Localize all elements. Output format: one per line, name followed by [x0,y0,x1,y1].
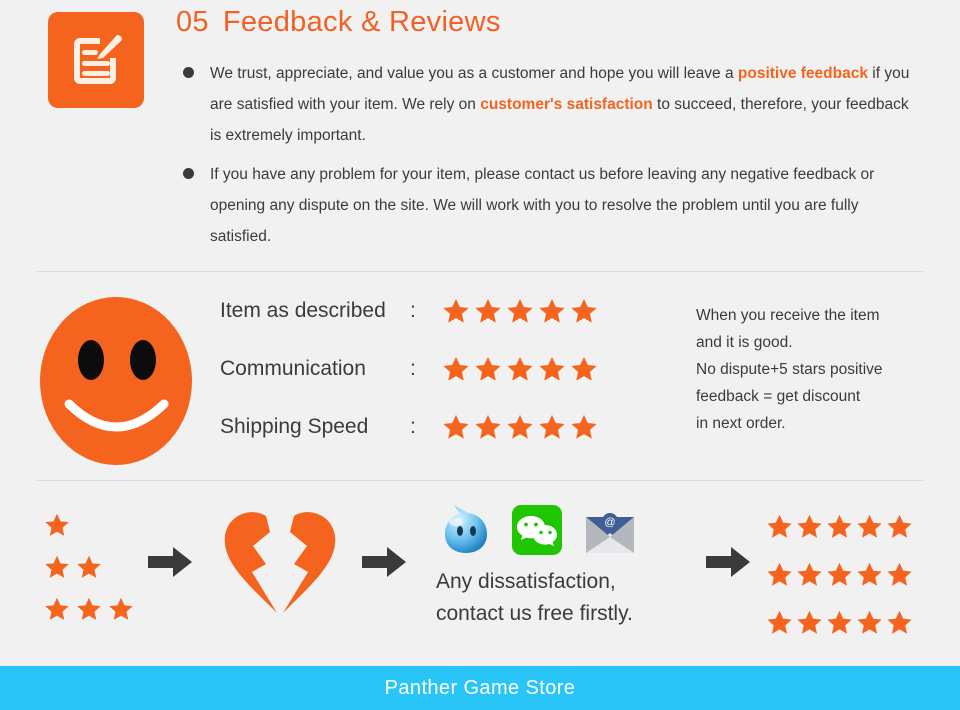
star-icon [827,514,852,538]
five-star-rating-group [766,502,913,646]
star-icon [797,610,822,634]
note-line: When you receive the item [696,307,880,324]
star-icon [571,298,597,323]
rating-colon: : [410,357,416,380]
rating-stars [442,413,598,441]
contact-icon-row: @ [436,502,706,560]
list-item: We trust, appreciate, and value you as a… [180,58,910,151]
smiley-face-icon [36,292,196,475]
star-icon [797,562,822,586]
divider [36,480,924,481]
rating-row-shipping-speed: Shipping Speed : [220,398,598,456]
bullet-emphasis-customer-satisfaction: customer's satisfaction [480,96,653,113]
star-icon [827,562,852,586]
bullet-dot-icon [183,67,194,78]
rating-label: Item as described [220,299,386,322]
rating-stars [442,297,598,325]
document-edit-icon [48,12,144,108]
star-icon [475,298,501,323]
star-row [44,588,134,630]
star-icon [767,610,792,634]
resolution-flow-section: @ Any dissatisfaction, contact us free f… [0,492,960,658]
star-icon [827,610,852,634]
star-icon [109,597,133,620]
star-icon [797,514,822,538]
star-icon [887,610,912,634]
star-icon [539,298,565,323]
star-icon [507,414,533,439]
star-row [766,502,913,550]
bullet-text: If you have any problem for your item, p… [210,166,875,245]
feedback-reviews-banner: 05 Feedback & Reviews We trust, appreciat… [0,0,960,710]
list-item: If you have any problem for your item, p… [180,159,910,252]
bullet-emphasis-positive-feedback: positive feedback [737,65,868,82]
star-row [44,546,134,588]
star-icon [77,597,101,620]
star-row [766,550,913,598]
rating-label: Communication [220,357,366,380]
star-icon [539,414,565,439]
page-title: 05 Feedback & Reviews [176,6,501,39]
note-line: No dispute+5 stars positive [696,361,883,378]
star-icon [571,356,597,381]
rating-rows: Item as described : Communication : Ship… [220,282,598,456]
note-line: and it is good. [696,334,793,351]
store-name: Panther Game Store [384,676,576,699]
star-icon [857,610,882,634]
note-line: in next order. [696,415,786,432]
star-icon [571,414,597,439]
ratings-section: Item as described : Communication : Ship… [0,282,960,478]
rating-colon: : [410,299,416,322]
star-icon [45,597,69,620]
star-icon [767,514,792,538]
star-icon [45,555,69,578]
rating-colon: : [410,415,416,438]
contact-channels: @ Any dissatisfaction, contact us free f… [436,502,706,630]
star-icon [475,414,501,439]
ratings-note: When you receive the item and it is good… [696,302,936,437]
section-title-text: Feedback & Reviews [222,6,501,38]
note-line: feedback = get discount [696,388,861,405]
rating-label: Shipping Speed [220,415,369,438]
broken-heart-icon [222,510,338,619]
star-icon [443,356,469,381]
right-arrow-icon [148,547,192,582]
contact-line: contact us free firstly. [436,602,633,625]
contact-text: Any dissatisfaction, contact us free fir… [436,566,706,630]
rating-stars [442,355,598,383]
star-icon [475,356,501,381]
rating-row-communication: Communication : [220,340,598,398]
star-icon [443,414,469,439]
store-footer-bar: Panther Game Store [0,666,960,710]
star-icon [887,562,912,586]
aliwangwang-icon[interactable] [442,505,490,560]
bullet-text-part: We trust, appreciate, and value you as a… [210,65,738,82]
star-row [44,504,134,546]
contact-line: Any dissatisfaction, [436,570,616,593]
rating-row-item-as-described: Item as described : [220,282,598,340]
low-rating-stars-group [44,504,134,630]
star-icon [507,356,533,381]
right-arrow-icon [706,547,750,582]
star-icon [767,562,792,586]
star-icon [45,513,69,536]
divider [36,271,924,272]
star-icon [887,514,912,538]
section-number: 05 [176,6,209,38]
bullet-text: We trust, appreciate, and value you as a… [210,58,910,151]
wechat-icon[interactable] [512,505,562,560]
star-row [766,598,913,646]
star-icon [539,356,565,381]
policy-bullet-list: We trust, appreciate, and value you as a… [180,58,910,260]
star-icon [443,298,469,323]
svg-text:@: @ [604,517,615,529]
header-section: 05 Feedback & Reviews We trust, appreciat… [0,0,960,262]
star-icon [507,298,533,323]
email-icon[interactable]: @ [584,509,636,560]
star-icon [857,514,882,538]
right-arrow-icon [362,547,406,582]
star-icon [77,555,101,578]
star-icon [857,562,882,586]
bullet-dot-icon [183,168,194,179]
